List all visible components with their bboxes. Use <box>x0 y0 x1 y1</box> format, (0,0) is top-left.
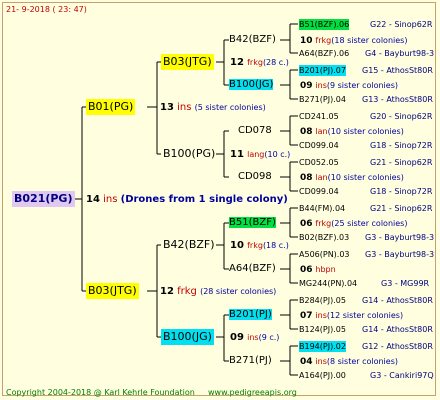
gen4-node-1: A64(BZF).06 <box>299 49 350 58</box>
root-node: B021(PG) <box>12 191 75 207</box>
root-suffix: ins <box>103 194 118 205</box>
gen3-info-2: 08 lan(10 sister colonies) <box>300 127 404 137</box>
gen4-info-5: G18 - Sinop72R <box>370 141 433 150</box>
gen4-info-3: G13 - AthosSt80R <box>362 95 433 104</box>
gen4-info-12: G14 - AthosSt80R <box>362 296 433 305</box>
gen4-node-2: B201(PJ).07 <box>299 65 346 76</box>
gen4-node-10: A506(PN).03 <box>299 250 350 259</box>
gen4-info-1: G4 - Bayburt98-3 <box>365 49 435 58</box>
gen4-node-14: B194(PJ).02 <box>299 341 346 352</box>
gen4-node-5: CD099.04 <box>299 141 339 150</box>
gen4-info-15: G3 - Cankiri97Q <box>370 371 434 380</box>
gen1-info-1: 12 frkg (28 sister colonies) <box>160 286 277 297</box>
gen2-node-3: B100(JG) <box>161 329 214 345</box>
gen4-node-7: CD099.04 <box>299 187 339 196</box>
gen4-node-15: A164(PJ).00 <box>299 371 346 380</box>
gen3-node-0: B42(BZF) <box>229 34 276 45</box>
gen4-node-0: B51(BZF).06 <box>299 19 350 30</box>
gen2-node-1: B100(PG) <box>163 147 216 160</box>
gen3-info-5: 06 hbpn <box>300 265 336 275</box>
gen4-node-12: B284(PJ).05 <box>299 296 346 305</box>
gen1-info-0: 13 ins (5 sister colonies) <box>160 102 266 113</box>
gen2-info-0: 12 frkg(28 c.) <box>230 57 289 68</box>
gen3-node-4: B51(BZF) <box>229 217 276 228</box>
gen1-node-1: B03(JTG) <box>86 283 139 299</box>
gen3-node-7: B271(PJ) <box>229 355 272 366</box>
gen4-info-6: G21 - Sinop62R <box>370 158 433 167</box>
gen2-info-1: 11 lang(10 c.) <box>230 149 291 160</box>
gen3-info-0: 10 frkg(18 sister colonies) <box>300 36 408 46</box>
gen2-node-0: B03(JTG) <box>161 54 214 70</box>
root-info: 14 ins (Drones from 1 single colony) <box>86 194 288 205</box>
gen2-info-3: 09 ins(9 c.) <box>230 332 280 343</box>
gen4-node-6: CD052.05 <box>299 158 339 167</box>
gen3-info-7: 04 ins(8 sister colonies) <box>300 357 398 367</box>
gen3-info-4: 06 frkg(25 sister colonies) <box>300 219 408 229</box>
gen4-info-13: G14 - AthosSt80R <box>362 325 433 334</box>
gen4-node-4: CD241.05 <box>299 112 339 121</box>
gen3-node-5: A64(BZF) <box>229 263 276 274</box>
gen4-node-11: MG244(PN).04 <box>299 279 358 288</box>
gen3-node-6: B201(PJ) <box>229 309 272 320</box>
gen3-info-1: 09 ins(9 sister colonies) <box>300 81 398 91</box>
gen4-node-9: B02(BZF).03 <box>299 233 350 242</box>
gen4-info-10: G3 - Bayburt98-3 <box>365 250 435 259</box>
gen4-info-11: G3 - MG99R <box>381 279 430 288</box>
gen4-info-14: G12 - AthosSt80R <box>362 342 433 351</box>
gen4-info-7: G18 - Sinop72R <box>370 187 433 196</box>
copyright-text: Copyright 2004-2018 @ Karl Kehrle Founda… <box>6 388 195 397</box>
gen3-node-1: B100(JG) <box>229 79 274 90</box>
gen4-info-0: G22 - Sinop62R <box>370 20 433 29</box>
gen4-node-3: B271(PJ).04 <box>299 95 346 104</box>
date-header: 21- 9-2018 ( 23: 47) <box>6 5 87 14</box>
gen2-info-2: 10 frkg(18 c.) <box>230 240 289 251</box>
root-num: 14 <box>86 194 100 205</box>
gen2-node-2: B42(BZF) <box>163 238 215 251</box>
gen3-node-2: CD078 <box>238 125 272 136</box>
gen4-info-4: G20 - Sinop62R <box>370 112 433 121</box>
gen4-node-13: B124(PJ).05 <box>299 325 346 334</box>
gen4-info-8: G21 - Sinop62R <box>370 204 433 213</box>
gen4-info-9: G3 - Bayburt98-3 <box>365 233 435 242</box>
root-note: (Drones from 1 single colony) <box>120 194 288 205</box>
gen1-node-0: B01(PG) <box>86 99 136 115</box>
gen4-node-8: B44(FM).04 <box>299 204 346 213</box>
gen3-info-6: 07 ins(12 sister colonies) <box>300 311 404 321</box>
site-link[interactable]: www.pedigreeapis.org <box>208 387 297 398</box>
gen3-info-3: 08 lan(10 sister colonies) <box>300 173 404 183</box>
gen3-node-3: CD098 <box>238 171 272 182</box>
gen4-info-2: G15 - AthosSt80R <box>362 66 433 75</box>
